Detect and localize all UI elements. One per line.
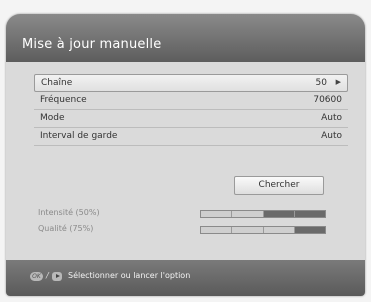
quality-meter bbox=[200, 226, 326, 234]
footer-hint: Sélectionner ou lancer l'option bbox=[68, 271, 191, 280]
dialog-title: Mise à jour manuelle bbox=[22, 37, 162, 52]
meter-segment bbox=[232, 211, 264, 217]
dialog-footer: OK / Sélectionner ou lancer l'option bbox=[6, 260, 365, 296]
setting-value: Auto bbox=[321, 131, 342, 141]
meter-segment bbox=[295, 227, 325, 233]
setting-label: Fréquence bbox=[40, 95, 87, 105]
setting-value: Auto bbox=[321, 113, 342, 123]
intensity-label: Intensité (50%) bbox=[38, 208, 100, 217]
intensity-meter bbox=[200, 210, 326, 218]
dialog-header: Mise à jour manuelle bbox=[6, 14, 365, 62]
setting-value: 50 bbox=[315, 78, 327, 88]
search-button[interactable]: Chercher bbox=[234, 176, 324, 195]
dialog-panel: Mise à jour manuelle Chaîne 50 ▶ Fréquen… bbox=[6, 14, 365, 296]
meter-segment bbox=[263, 227, 295, 233]
setting-label: Interval de garde bbox=[40, 131, 118, 141]
quality-label: Qualité (75%) bbox=[38, 224, 94, 233]
key-separator: / bbox=[46, 271, 49, 280]
setting-row-chaine[interactable]: Chaîne 50 ▶ bbox=[34, 74, 348, 92]
meter-segment bbox=[232, 227, 264, 233]
meter-segment bbox=[201, 211, 233, 217]
meter-segment bbox=[201, 227, 233, 233]
arrow-right-key-icon bbox=[52, 272, 62, 281]
meter-segment bbox=[295, 211, 325, 217]
ok-key-icon: OK bbox=[30, 272, 43, 281]
setting-row-mode[interactable]: Mode Auto bbox=[34, 110, 348, 128]
meter-segment bbox=[264, 211, 295, 217]
setting-label: Chaîne bbox=[41, 78, 73, 88]
setting-row-interval-de-garde[interactable]: Interval de garde Auto bbox=[34, 128, 348, 146]
arrow-right-icon[interactable]: ▶ bbox=[336, 78, 341, 86]
dialog-content: Chaîne 50 ▶ Fréquence 70600 Mode Auto In… bbox=[6, 62, 365, 260]
setting-value: 70600 bbox=[313, 95, 342, 105]
setting-label: Mode bbox=[40, 113, 65, 123]
setting-row-frequence[interactable]: Fréquence 70600 bbox=[34, 92, 348, 110]
